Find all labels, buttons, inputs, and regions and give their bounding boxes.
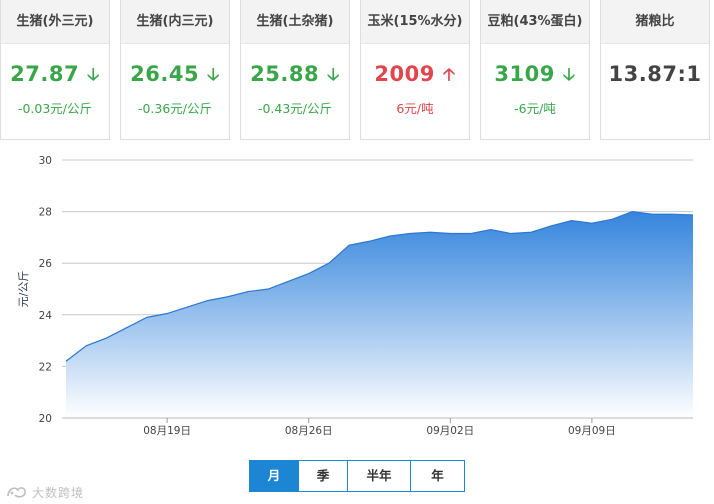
- price-card-live-pig-external[interactable]: 生猪(外三元) 27.87 🡣 -0.03元/公斤: [0, 0, 110, 140]
- data-point: [327, 262, 330, 265]
- card-title: 生猪(外三元): [1, 0, 109, 44]
- data-point: [692, 213, 695, 216]
- x-tick-label: 08月19日: [143, 425, 191, 437]
- card-value: 13.87:1: [601, 62, 709, 86]
- card-value-text: 26.45: [130, 62, 200, 86]
- card-change: -0.03元/公斤: [17, 101, 93, 116]
- card-value-text: 13.87:1: [608, 62, 702, 86]
- card-title: 玉米(15%水分): [361, 0, 469, 44]
- data-point: [206, 299, 209, 302]
- data-point: [145, 316, 148, 319]
- data-point: [611, 218, 614, 221]
- watermark-logo-icon: [7, 487, 26, 498]
- price-cards: 生猪(外三元) 27.87 🡣 -0.03元/公斤 生猪(内三元) 26.45 🡣 …: [0, 0, 714, 150]
- x-tick-label: 08月26日: [285, 425, 333, 437]
- card-value-text: 3109: [494, 62, 555, 86]
- arrow-down-icon: 🡣: [207, 65, 220, 85]
- arrow-down-icon: 🡣: [562, 65, 576, 85]
- card-value: 3109 🡣: [481, 62, 589, 91]
- data-point: [186, 306, 189, 309]
- card-title: 猪粮比: [601, 0, 709, 44]
- card-change: -0.36元/公斤: [137, 101, 213, 116]
- data-point: [65, 360, 68, 363]
- data-point: [388, 235, 391, 238]
- watermark: 大数跨境: [6, 483, 84, 501]
- tab-year[interactable]: 年: [410, 461, 464, 491]
- card-value: 2009 🡡: [361, 62, 469, 91]
- period-tabs: 月 季 半年 年: [249, 460, 465, 492]
- data-point: [368, 240, 371, 243]
- card-value-text: 25.88: [250, 62, 320, 86]
- data-point: [530, 231, 533, 234]
- price-card-corn[interactable]: 玉米(15%水分) 2009 🡡 6元/吨: [360, 0, 470, 140]
- data-point: [631, 210, 634, 213]
- data-point: [570, 219, 573, 222]
- arrow-down-icon: 🡣: [327, 65, 340, 85]
- price-trend-chart[interactable]: 20 22 24 26 28 30 元/公斤 08月19日 08月26日 09月02日 09月09日: [0, 148, 714, 458]
- card-change: 6元/吨: [396, 101, 434, 116]
- price-card-pig-grain-ratio[interactable]: 猪粮比 13.87:1: [600, 0, 710, 140]
- card-value: 27.87 🡣: [1, 62, 109, 91]
- price-card-live-pig-internal[interactable]: 生猪(内三元) 26.45 🡣 -0.36元/公斤: [120, 0, 230, 140]
- data-point: [105, 337, 108, 340]
- x-tick-label: 09月02日: [426, 425, 474, 437]
- card-change: -6元/吨: [514, 101, 556, 116]
- y-tick-label: 28: [39, 207, 52, 219]
- data-point: [469, 232, 472, 235]
- tab-month[interactable]: 月: [250, 461, 298, 491]
- data-point: [550, 224, 553, 227]
- card-value-text: 2009: [374, 62, 435, 86]
- data-point: [267, 288, 270, 291]
- watermark-text: 大数跨境: [32, 485, 85, 500]
- arrow-down-icon: 🡣: [87, 65, 100, 85]
- data-point: [247, 290, 250, 293]
- data-point: [408, 232, 411, 235]
- data-point: [671, 213, 674, 216]
- price-card-soybean-meal[interactable]: 豆粕(43%蛋白) 3109 🡣 -6元/吨: [480, 0, 590, 140]
- data-point: [85, 344, 88, 347]
- y-tick-label: 30: [39, 155, 52, 167]
- data-point: [651, 213, 654, 216]
- tab-quarter[interactable]: 季: [298, 461, 347, 491]
- data-point: [287, 280, 290, 283]
- price-card-live-pig-local[interactable]: 生猪(土杂猪) 25.88 🡣 -0.43元/公斤: [240, 0, 350, 140]
- data-point: [226, 295, 229, 298]
- y-axis-title: 元/公斤: [17, 271, 30, 308]
- card-title: 生猪(内三元): [121, 0, 229, 44]
- card-value-text: 27.87: [10, 62, 80, 86]
- data-point: [590, 222, 593, 225]
- x-tick-label: 09月09日: [568, 425, 616, 437]
- data-point: [429, 231, 432, 234]
- y-tick-label: 26: [39, 258, 53, 270]
- card-value: 25.88 🡣: [241, 62, 349, 91]
- card-value: 26.45 🡣: [121, 62, 229, 91]
- arrow-up-icon: 🡡: [442, 65, 456, 85]
- y-tick-label: 22: [39, 361, 52, 373]
- y-tick-label: 24: [39, 310, 53, 322]
- card-change: -0.43元/公斤: [257, 101, 333, 116]
- data-point: [489, 228, 492, 231]
- data-point: [449, 232, 452, 235]
- data-point: [166, 312, 169, 315]
- y-tick-label: 20: [39, 413, 52, 425]
- card-title: 豆粕(43%蛋白): [481, 0, 589, 44]
- card-title: 生猪(土杂猪): [241, 0, 349, 44]
- tab-half-year[interactable]: 半年: [347, 461, 410, 491]
- data-point: [509, 232, 512, 235]
- data-point: [125, 326, 128, 329]
- data-point: [307, 272, 310, 275]
- data-point: [348, 244, 351, 247]
